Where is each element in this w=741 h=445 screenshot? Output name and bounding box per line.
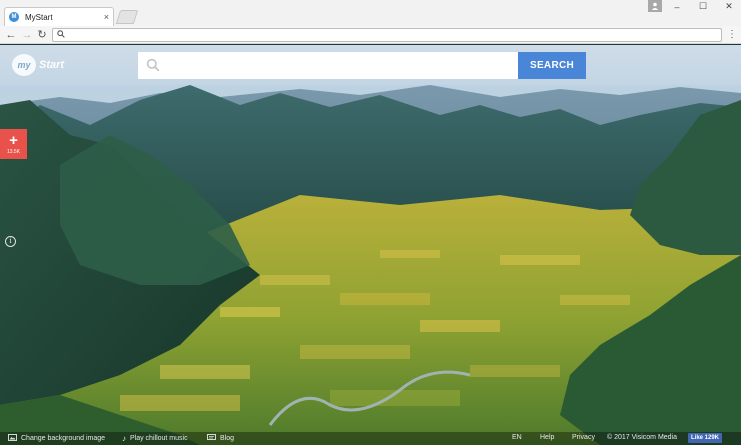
mystart-page: my Start SEARCH + 13.5K i Change backgro… xyxy=(0,45,741,445)
background-landscape-image xyxy=(0,45,741,445)
search-input[interactable] xyxy=(166,56,511,75)
play-music-label: Play chillout music xyxy=(130,435,188,442)
search-button[interactable]: SEARCH xyxy=(518,52,586,79)
reload-button[interactable]: ↻ xyxy=(36,28,48,42)
footer-bar: Change background image ♪ Play chillout … xyxy=(0,432,741,445)
tab-mystart[interactable]: M MyStart × xyxy=(4,7,114,26)
search-box[interactable] xyxy=(138,52,518,79)
logo-text: Start xyxy=(39,59,65,71)
language-selector[interactable]: EN xyxy=(512,434,522,441)
search-icon xyxy=(57,30,65,40)
change-background-label: Change background image xyxy=(21,435,106,442)
help-link[interactable]: Help xyxy=(540,434,554,441)
info-icon[interactable]: i xyxy=(5,236,16,247)
play-music-link[interactable]: ♪ Play chillout music xyxy=(122,434,188,443)
logo-badge: my xyxy=(12,54,36,76)
plus-icon: + xyxy=(9,131,18,149)
forward-button[interactable]: → xyxy=(21,28,33,42)
change-background-link[interactable]: Change background image xyxy=(8,434,105,443)
browser-toolbar: ← → ↻ ⋮ xyxy=(0,26,741,44)
blog-label: Blog xyxy=(220,435,235,442)
facebook-like-button[interactable]: Like 129K xyxy=(688,433,723,443)
search-icon xyxy=(146,58,160,72)
tab-close-icon[interactable]: × xyxy=(104,12,109,22)
tab-title: MyStart xyxy=(25,12,53,22)
minimize-button[interactable]: – xyxy=(667,0,687,13)
copyright-text: © 2017 Visicom Media xyxy=(607,434,678,441)
browser-menu-icon[interactable]: ⋮ xyxy=(727,28,737,42)
blog-link[interactable]: Blog xyxy=(207,434,234,443)
browser-window: M MyStart × – ☐ ✕ ← → ↻ ⋮ my Start SEARC… xyxy=(0,0,741,445)
privacy-link[interactable]: Privacy xyxy=(572,434,595,441)
image-icon xyxy=(8,434,17,443)
close-window-button[interactable]: ✕ xyxy=(719,0,739,13)
mystart-logo[interactable]: my Start xyxy=(12,54,64,76)
back-button[interactable]: ← xyxy=(5,28,17,42)
add-widget-button[interactable]: + 13.5K xyxy=(0,129,27,159)
address-input[interactable] xyxy=(67,29,717,41)
facebook-like-label: Like 129K xyxy=(691,435,720,441)
profile-icon[interactable] xyxy=(648,0,662,12)
add-widget-count: 13.5K xyxy=(6,148,21,155)
blog-icon xyxy=(207,434,216,443)
address-bar[interactable] xyxy=(52,28,722,42)
music-note-icon: ♪ xyxy=(122,434,126,443)
maximize-button[interactable]: ☐ xyxy=(693,0,713,13)
title-bar: M MyStart × – ☐ ✕ xyxy=(0,0,741,26)
mystart-favicon-icon: M xyxy=(9,12,19,22)
new-tab-button[interactable] xyxy=(115,10,139,24)
